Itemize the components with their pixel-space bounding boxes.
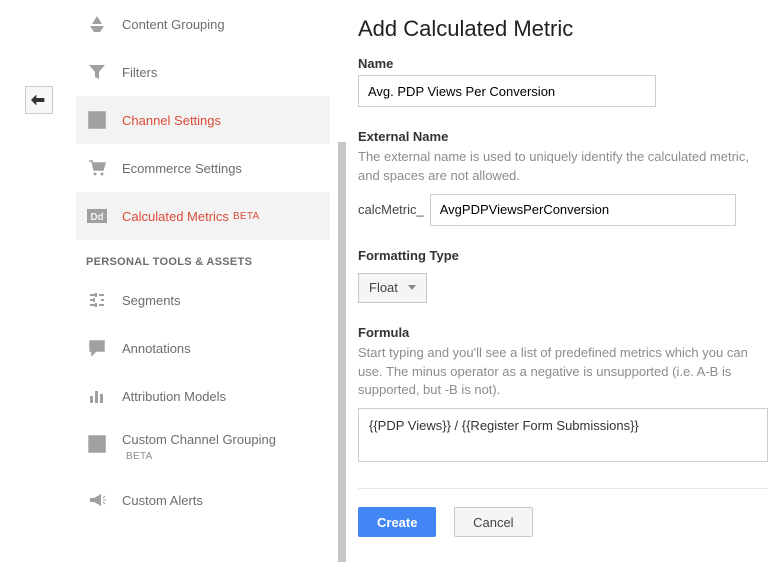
name-input[interactable] bbox=[358, 75, 656, 107]
channel-icon bbox=[86, 434, 108, 454]
content-grouping-icon bbox=[86, 14, 108, 34]
svg-text:Dd: Dd bbox=[90, 212, 103, 223]
formatting-type-block: Formatting Type Float bbox=[358, 248, 770, 303]
formatting-type-select[interactable]: Float bbox=[358, 273, 427, 303]
sidebar-label: Filters bbox=[122, 65, 157, 80]
sidebar-item-channel-settings[interactable]: Channel Settings bbox=[76, 96, 330, 144]
page-title: Add Calculated Metric bbox=[358, 16, 770, 42]
main-panel: Add Calculated Metric Name External Name… bbox=[358, 16, 770, 537]
sidebar-item-annotations[interactable]: Annotations bbox=[76, 324, 330, 372]
back-button[interactable] bbox=[25, 86, 53, 114]
sidebar-label: Annotations bbox=[122, 341, 191, 356]
sidebar-item-custom-alerts[interactable]: Custom Alerts bbox=[76, 476, 330, 524]
sidebar-label: Attribution Models bbox=[122, 389, 226, 404]
sidebar-section-header: PERSONAL TOOLS & ASSETS bbox=[76, 240, 330, 276]
formatting-type-value: Float bbox=[369, 280, 398, 295]
name-field-block: Name bbox=[358, 56, 770, 107]
sidebar-label: Segments bbox=[122, 293, 181, 308]
button-row: Create Cancel bbox=[358, 507, 770, 537]
beta-badge: BETA bbox=[126, 451, 153, 462]
formula-input[interactable]: {{PDP Views}} / {{Register Form Submissi… bbox=[358, 408, 768, 462]
external-name-prefix: calcMetric_ bbox=[358, 202, 424, 217]
sidebar-item-attribution-models[interactable]: Attribution Models bbox=[76, 372, 330, 420]
sidebar-item-ecommerce-settings[interactable]: Ecommerce Settings bbox=[76, 144, 330, 192]
megaphone-icon bbox=[86, 490, 108, 510]
sidebar-item-filters[interactable]: Filters bbox=[76, 48, 330, 96]
sidebar-item-custom-channel-grouping[interactable]: Custom Channel Grouping BETA bbox=[76, 420, 330, 476]
divider bbox=[358, 488, 768, 489]
chevron-down-icon bbox=[408, 285, 416, 290]
formula-help: Start typing and you'll see a list of pr… bbox=[358, 344, 770, 401]
dd-icon: Dd bbox=[86, 206, 108, 226]
sidebar: Content Grouping Filters Channel Setting… bbox=[76, 0, 330, 571]
name-label: Name bbox=[358, 56, 770, 71]
sidebar-label: Custom Channel Grouping bbox=[122, 432, 276, 447]
formatting-type-label: Formatting Type bbox=[358, 248, 770, 263]
external-name-input[interactable] bbox=[430, 194, 736, 226]
back-arrow-icon bbox=[31, 94, 47, 106]
segments-icon bbox=[86, 290, 108, 310]
create-button[interactable]: Create bbox=[358, 507, 436, 537]
sidebar-label: Custom Alerts bbox=[122, 493, 203, 508]
formula-block: Formula Start typing and you'll see a li… bbox=[358, 325, 770, 463]
sidebar-label: Calculated Metrics bbox=[122, 209, 229, 224]
beta-badge: BETA bbox=[233, 211, 260, 222]
external-name-help: The external name is used to uniquely id… bbox=[358, 148, 770, 186]
sidebar-label: Content Grouping bbox=[122, 17, 225, 32]
sidebar-item-calculated-metrics[interactable]: Dd Calculated Metrics BETA bbox=[76, 192, 330, 240]
sidebar-label: Channel Settings bbox=[122, 113, 221, 128]
sidebar-item-segments[interactable]: Segments bbox=[76, 276, 330, 324]
formula-label: Formula bbox=[358, 325, 770, 340]
cancel-button[interactable]: Cancel bbox=[454, 507, 532, 537]
sidebar-label: Ecommerce Settings bbox=[122, 161, 242, 176]
bar-chart-icon bbox=[86, 386, 108, 406]
external-name-label: External Name bbox=[358, 129, 770, 144]
sidebar-item-content-grouping[interactable]: Content Grouping bbox=[76, 0, 330, 48]
scrollbar[interactable] bbox=[338, 142, 346, 562]
external-name-field-block: External Name The external name is used … bbox=[358, 129, 770, 226]
channel-icon bbox=[86, 110, 108, 130]
chat-icon bbox=[86, 338, 108, 358]
cart-icon bbox=[86, 158, 108, 178]
funnel-icon bbox=[86, 62, 108, 82]
